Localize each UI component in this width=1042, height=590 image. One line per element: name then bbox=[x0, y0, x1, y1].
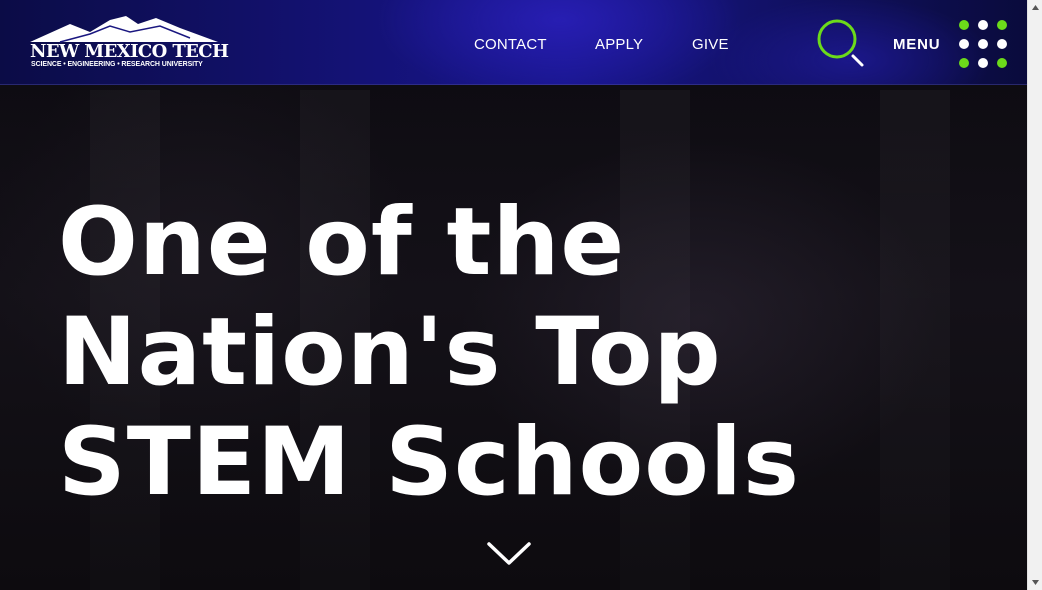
nav-give-link[interactable]: GIVE bbox=[692, 36, 729, 53]
search-icon bbox=[817, 19, 864, 67]
logo-tagline: SCIENCE • ENGINEERING • RESEARCH UNIVERS… bbox=[31, 61, 203, 68]
hero-background: One of the Nation's Top STEM Schools bbox=[0, 0, 1027, 590]
menu-dot bbox=[978, 20, 988, 30]
headline-line: STEM Schools bbox=[58, 408, 800, 517]
menu-dot bbox=[978, 39, 988, 49]
menu-dot bbox=[997, 20, 1007, 30]
mountain-logo-icon bbox=[30, 16, 218, 43]
menu-dot bbox=[978, 58, 988, 68]
nav-contact-link[interactable]: CONTACT bbox=[474, 36, 547, 53]
menu-dot bbox=[959, 58, 969, 68]
headline-line: One of the bbox=[58, 188, 626, 297]
menu-dot bbox=[959, 39, 969, 49]
hero-headline: One of the Nation's Top STEM Schools bbox=[58, 188, 958, 518]
chevron-down-icon bbox=[487, 542, 531, 565]
search-button[interactable] bbox=[815, 17, 867, 69]
logo-wordmark: NEW MEXICO TECH bbox=[30, 41, 229, 62]
menu-dots-icon[interactable] bbox=[956, 18, 1012, 74]
menu-dot bbox=[997, 39, 1007, 49]
scroll-down-arrow-icon[interactable] bbox=[1031, 578, 1040, 587]
site-header: NEW MEXICO TECH SCIENCE • ENGINEERING • … bbox=[0, 0, 1027, 85]
menu-label[interactable]: MENU bbox=[893, 36, 940, 53]
menu-dot bbox=[959, 20, 969, 30]
scroll-up-arrow-icon[interactable] bbox=[1031, 3, 1040, 12]
site-logo[interactable]: NEW MEXICO TECH SCIENCE • ENGINEERING • … bbox=[30, 14, 229, 70]
scroll-down-button[interactable] bbox=[486, 540, 532, 568]
nav-apply-link[interactable]: APPLY bbox=[595, 36, 643, 53]
menu-dot bbox=[997, 58, 1007, 68]
page-scrollbar[interactable] bbox=[1027, 0, 1042, 590]
headline-line: Nation's Top bbox=[58, 298, 722, 407]
